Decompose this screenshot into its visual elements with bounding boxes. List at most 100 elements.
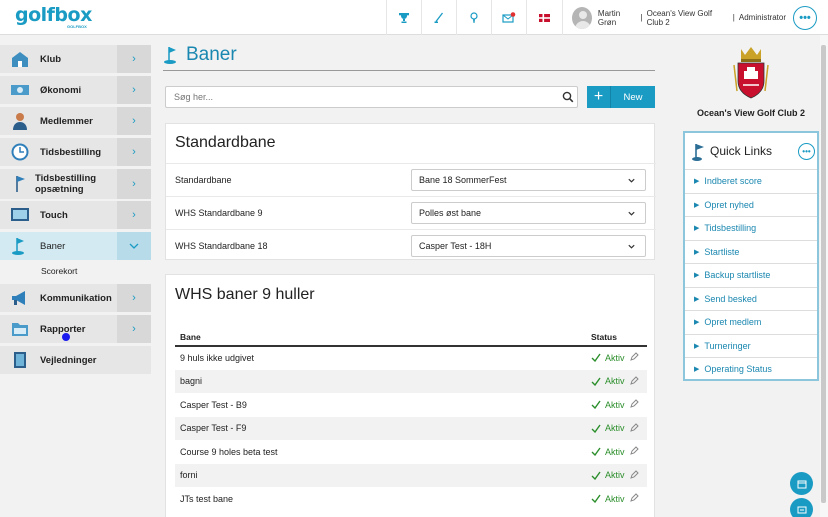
pencil-icon[interactable]	[629, 422, 639, 433]
message-icon[interactable]	[491, 0, 526, 35]
touch-screen-icon	[0, 201, 40, 229]
chevron-right-icon[interactable]: ›	[117, 107, 151, 135]
members-icon	[0, 107, 40, 135]
course-name[interactable]: Casper Test - B9	[180, 400, 247, 410]
chevron-right-icon[interactable]: ›	[117, 138, 151, 166]
standardbane-card: Standardbane Standardbane Bane 18 Sommer…	[165, 123, 656, 262]
golf-ball-tee-icon[interactable]	[456, 0, 491, 35]
quick-link-operating-status[interactable]: ▶ Operating Status	[685, 357, 817, 381]
sidebar-item-label: Medlemmer	[40, 115, 93, 127]
quick-link-backup-startliste[interactable]: ▶ Backup startliste	[685, 263, 817, 287]
table-row[interactable]: 9 huls ikke udgivet Aktiv	[175, 346, 647, 370]
sidebar-item-vejledninger[interactable]: Vejledninger	[0, 346, 151, 374]
field-label: Standardbane	[175, 175, 232, 185]
golfbox-logo[interactable]: golfbox	[15, 4, 92, 26]
check-icon	[591, 400, 601, 410]
quick-link-label: Opret nyhed	[704, 199, 754, 210]
table-row[interactable]: Course 9 holes beta test Aktiv	[175, 440, 647, 464]
flag-icon[interactable]	[526, 0, 561, 35]
book-icon	[0, 346, 40, 374]
quick-link-opret-nyhed[interactable]: ▶ Opret nyhed	[685, 192, 817, 217]
quick-link-label: Indberet score	[704, 176, 762, 187]
whs-9-card: WHS baner 9 huller Bane Status 9 huls ik…	[165, 274, 655, 517]
quick-links-panel: Quick Links ••• ▶ Indberet score ▶ Opret n…	[683, 131, 819, 381]
field-label: WHS Standardbane 9	[175, 208, 263, 218]
add-button[interactable]: +	[587, 86, 611, 108]
calendar-icon	[797, 480, 806, 488]
avatar[interactable]	[572, 6, 592, 29]
course-name[interactable]: bagni	[180, 376, 202, 386]
user-info[interactable]: Martin Grøn | Ocean's View Golf Club 2 |…	[562, 0, 786, 35]
quick-link-turneringer[interactable]: ▶ Turneringer	[685, 333, 817, 358]
table-row[interactable]: Casper Test - F9 Aktiv	[175, 416, 647, 440]
chevron-right-icon[interactable]: ›	[117, 201, 151, 229]
user-role: Administrator	[738, 13, 786, 22]
quick-link-startliste[interactable]: ▶ Startliste	[685, 239, 817, 264]
pencil-icon[interactable]	[629, 493, 639, 503]
chevron-down-icon[interactable]	[117, 232, 151, 260]
course-name[interactable]: Course 9 holes beta test	[180, 447, 278, 457]
golf-club-icon[interactable]	[421, 0, 456, 35]
course-name[interactable]: forni	[180, 470, 198, 480]
column-header-bane[interactable]: Bane	[180, 332, 201, 342]
sidebar-item-baner[interactable]: Baner	[0, 232, 151, 260]
column-header-status[interactable]: Status	[591, 332, 617, 342]
more-menu-button[interactable]: •••	[793, 6, 817, 30]
card-title: WHS baner 9 huller	[175, 286, 315, 303]
sidebar-item-medlemmer[interactable]: Medlemmer ›	[0, 107, 151, 135]
folder-icon	[0, 315, 40, 343]
course-name[interactable]: JTs test bane	[180, 494, 233, 504]
sidebar-item-tidsbestilling-opsaetning[interactable]: Tidsbestilling opsætning ›	[0, 169, 151, 199]
pencil-icon[interactable]	[629, 375, 639, 386]
standardbane-select[interactable]: Bane 18 SommerFest	[411, 169, 646, 191]
chevron-down-icon	[628, 244, 635, 249]
list-fab-button[interactable]	[790, 498, 813, 517]
scrollbar-thumb[interactable]	[821, 45, 826, 503]
sidebar-item-klub[interactable]: Klub ›	[0, 45, 151, 73]
pencil-icon[interactable]	[629, 469, 639, 480]
chevron-right-icon[interactable]: ›	[117, 169, 151, 199]
check-icon	[591, 447, 601, 457]
search-icon[interactable]	[562, 91, 574, 106]
quick-link-indberet-score[interactable]: ▶ Indberet score	[685, 169, 817, 193]
caret-right-icon: ▶	[694, 366, 700, 374]
sidebar-item-label: Tidsbestilling	[40, 146, 102, 158]
quick-links-title: Quick Links	[710, 144, 773, 158]
pencil-icon[interactable]	[629, 446, 639, 456]
whs-standardbane-9-select[interactable]: Polles øst bane	[411, 202, 646, 224]
quick-link-opret-medlem[interactable]: ▶ Opret medlem	[685, 310, 817, 334]
new-button[interactable]: New	[611, 86, 655, 108]
table-row[interactable]: Casper Test - B9 Aktiv	[175, 393, 647, 417]
table-row[interactable]: forni Aktiv	[175, 463, 647, 487]
check-icon	[591, 377, 601, 386]
table-row[interactable]: bagni Aktiv	[175, 369, 647, 393]
sidebar-item-okonomi[interactable]: Økonomi ›	[0, 76, 151, 104]
quick-link-tidsbestilling[interactable]: ▶ Tidsbestilling	[685, 216, 817, 240]
field-row: WHS Standardbane 18 Casper Test - 18H	[166, 229, 656, 262]
sidebar-subitem-scorekort[interactable]: Scorekort	[41, 266, 77, 276]
pencil-icon[interactable]	[629, 352, 639, 362]
chevron-right-icon[interactable]: ›	[117, 45, 151, 73]
quick-link-send-besked[interactable]: ▶ Send besked	[685, 286, 817, 311]
page-title: Baner	[186, 44, 237, 65]
calendar-fab-button[interactable]	[790, 472, 813, 495]
trophy-icon[interactable]	[386, 0, 421, 35]
sidebar-item-tidsbestilling[interactable]: Tidsbestilling ›	[0, 138, 151, 166]
course-name[interactable]: Casper Test - F9	[180, 423, 246, 433]
quick-link-label: Send besked	[704, 293, 757, 304]
user-name: Martin Grøn	[597, 8, 621, 27]
whs-standardbane-18-select[interactable]: Casper Test - 18H	[411, 235, 646, 257]
sidebar-item-rapporter[interactable]: Rapporter ›	[0, 315, 151, 343]
select-value: Bane 18 SommerFest	[419, 175, 507, 185]
table-row[interactable]: JTs test bane Aktiv	[175, 487, 647, 511]
chevron-right-icon[interactable]: ›	[117, 315, 151, 343]
sidebar-item-touch[interactable]: Touch ›	[0, 201, 151, 229]
sidebar-item-kommunikation[interactable]: Kommunikation ›	[0, 284, 151, 312]
course-name[interactable]: 9 huls ikke udgivet	[180, 353, 254, 363]
chevron-right-icon[interactable]: ›	[117, 284, 151, 312]
megaphone-icon	[0, 284, 40, 312]
pencil-icon[interactable]	[629, 399, 639, 409]
quick-links-menu-button[interactable]: •••	[798, 143, 815, 160]
chevron-right-icon[interactable]: ›	[117, 76, 151, 104]
search-input[interactable]	[165, 86, 578, 108]
